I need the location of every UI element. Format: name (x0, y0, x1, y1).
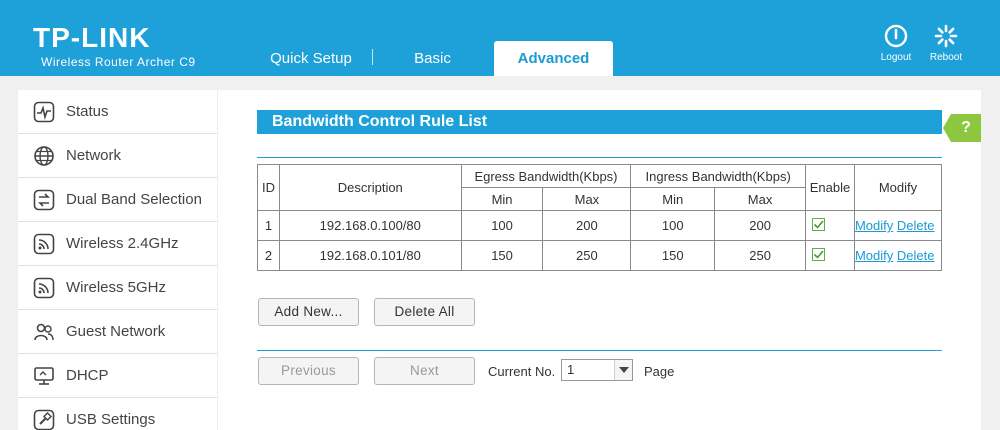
cell-id: 2 (257, 240, 280, 271)
cell-actions: Modify Delete (853, 240, 943, 271)
sidebar-item-label: USB Settings (66, 411, 156, 428)
page-select-value: 1 (567, 362, 575, 377)
guest-icon (34, 323, 54, 341)
page-select[interactable]: 1 (561, 359, 633, 381)
section-title: Bandwidth Control Rule List (257, 110, 942, 134)
cell-description: 192.168.0.100/80 (278, 210, 462, 241)
sidebar-item-dhcp[interactable]: DHCP (18, 354, 217, 398)
model-name: Wireless Router Archer C9 (41, 55, 196, 69)
cell-ingress-max: 200 (714, 210, 806, 241)
sidebar-item-label: Network (66, 147, 122, 164)
reboot-button[interactable]: Reboot (921, 24, 971, 63)
section-divider (257, 157, 942, 158)
col-header-modify: Modify (853, 164, 943, 211)
sidebar: Status Network Dual Band Selection Wirel… (18, 90, 217, 430)
cell-egress-min: 150 (460, 240, 544, 271)
sidebar-item-dual-band-selection[interactable]: Dual Band Selection (18, 178, 217, 222)
sidebar-item-label: Guest Network (66, 323, 166, 340)
col-header-ingress-min: Min (630, 187, 716, 211)
usb-icon (33, 409, 55, 430)
cell-ingress-max: 250 (714, 240, 806, 271)
col-header-egress-min: Min (460, 187, 544, 211)
cell-actions: Modify Delete (853, 210, 943, 241)
modify-link[interactable]: Modify (855, 248, 893, 263)
cell-ingress-min: 150 (630, 240, 716, 271)
band-switch-icon (33, 189, 55, 211)
page-label: Page (644, 364, 675, 379)
sidebar-item-label: Wireless 2.4GHz (66, 235, 179, 252)
help-button[interactable]: ? (943, 114, 981, 142)
logout-label: Logout (880, 52, 912, 63)
status-icon (33, 101, 55, 123)
sidebar-item-network[interactable]: Network (18, 134, 217, 178)
tab-advanced[interactable]: Advanced (494, 41, 613, 76)
power-icon (884, 24, 908, 48)
tab-basic[interactable]: Basic (375, 41, 490, 76)
sidebar-item-label: Status (66, 103, 109, 120)
col-header-id: ID (257, 164, 280, 211)
table-row: 1 192.168.0.100/80 100 200 100 200 Modif… (257, 210, 943, 241)
bandwidth-rule-table: ID Description Egress Bandwidth(Kbps) In… (257, 164, 943, 271)
logout-button[interactable]: Logout (871, 24, 921, 63)
cell-enable (805, 210, 855, 241)
header-bar: TP-LINK Wireless Router Archer C9 Quick … (0, 0, 1000, 76)
cell-enable (805, 240, 855, 271)
table-row: 2 192.168.0.101/80 150 250 150 250 Modif… (257, 240, 943, 271)
col-header-egress-max: Max (542, 187, 632, 211)
previous-button[interactable]: Previous (258, 357, 359, 385)
cell-id: 1 (257, 210, 280, 241)
delete-all-button[interactable]: Delete All (374, 298, 475, 326)
sidebar-item-wireless-5ghz[interactable]: Wireless 5GHz (18, 266, 217, 310)
enabled-checkbox[interactable] (812, 217, 825, 231)
next-button[interactable]: Next (374, 357, 475, 385)
sidebar-item-status[interactable]: Status (18, 90, 217, 134)
tab-divider (372, 49, 373, 65)
reboot-icon (934, 24, 958, 48)
chevron-down-icon (614, 360, 632, 380)
sidebar-item-label: DHCP (66, 367, 109, 384)
sidebar-item-wireless-24ghz[interactable]: Wireless 2.4GHz (18, 222, 217, 266)
delete-link[interactable]: Delete (897, 248, 935, 263)
wireless-icon (33, 277, 55, 299)
col-header-ingress: Ingress Bandwidth(Kbps) (630, 164, 806, 188)
cell-egress-min: 100 (460, 210, 544, 241)
col-header-ingress-max: Max (714, 187, 806, 211)
wireless-icon (33, 233, 55, 255)
enabled-checkbox[interactable] (812, 247, 825, 261)
delete-link[interactable]: Delete (897, 218, 935, 233)
add-new-button[interactable]: Add New... (258, 298, 359, 326)
col-header-description: Description (278, 164, 462, 211)
brand-logo: TP-LINK (33, 22, 151, 53)
cell-egress-max: 250 (542, 240, 632, 271)
globe-icon (34, 146, 54, 166)
pager-divider (257, 350, 942, 351)
cell-ingress-min: 100 (630, 210, 716, 241)
col-header-egress: Egress Bandwidth(Kbps) (460, 164, 632, 188)
sidebar-item-usb-settings[interactable]: USB Settings (18, 398, 217, 430)
monitor-icon (34, 367, 54, 385)
sidebar-item-guest-network[interactable]: Guest Network (18, 310, 217, 354)
modify-link[interactable]: Modify (855, 218, 893, 233)
col-header-enable: Enable (805, 164, 855, 211)
cell-egress-max: 200 (542, 210, 632, 241)
tab-quick-setup[interactable]: Quick Setup (250, 41, 372, 76)
reboot-label: Reboot (929, 52, 963, 63)
current-page-label: Current No. (488, 364, 556, 379)
sidebar-item-label: Dual Band Selection (66, 191, 202, 208)
sidebar-item-label: Wireless 5GHz (66, 279, 167, 296)
cell-description: 192.168.0.101/80 (278, 240, 462, 271)
